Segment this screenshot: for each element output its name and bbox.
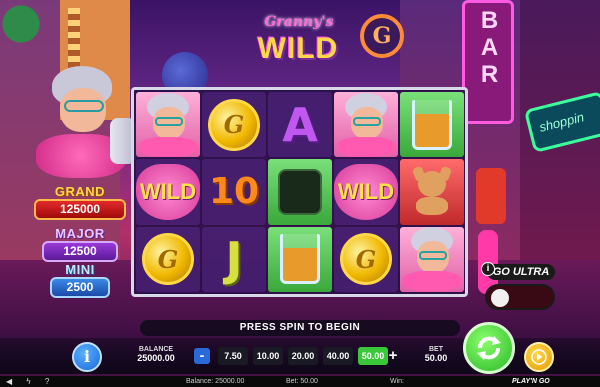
granny-glasses [64, 100, 104, 112]
whisky-glass-icon [412, 99, 452, 150]
reel-cell: A [268, 92, 332, 158]
reel-cell: 10 [202, 159, 266, 225]
jackpot-mini-value: 2500 [50, 277, 110, 298]
playngo-logo: PLAY'N GO [512, 378, 550, 385]
bet-option[interactable]: 40.00 [323, 347, 353, 365]
info-button[interactable]: i [72, 342, 102, 372]
decrease-bet-button[interactable]: - [194, 348, 210, 364]
granny-symbol-icon [335, 92, 397, 157]
go-ultra-info-icon[interactable]: i [481, 262, 495, 276]
reel-cell [400, 92, 464, 158]
bet-option[interactable]: 20.00 [288, 347, 318, 365]
bet-display: BET 50.00 [418, 346, 454, 363]
gold-coin-icon: G [208, 98, 260, 151]
neon-g-sign: G [360, 14, 404, 58]
reel-cell [400, 226, 464, 292]
reel-grid: G A WILD 10 WILD G J G [136, 92, 464, 292]
wild-heart-icon: WILD [136, 163, 200, 220]
logo-title-wild: WILD [257, 32, 339, 65]
chihuahua-icon [408, 165, 456, 217]
reel-cell [268, 226, 332, 292]
bet-option[interactable]: 50.00 [358, 347, 388, 365]
balance-value: 25000.00 [137, 353, 175, 363]
letter-j-symbol: J [225, 232, 243, 287]
bet-option[interactable]: 7.50 [218, 347, 248, 365]
jackpot-mini-label: MINI [65, 262, 95, 277]
spin-arrows-icon [477, 336, 501, 360]
money-bag-icon [278, 168, 322, 215]
jackpot-major-label: MAJOR [55, 226, 105, 241]
ten-symbol: 10 [208, 171, 260, 213]
jackpot-grand-value: 125000 [34, 199, 126, 220]
jackpot-grand-label: GRAND [54, 184, 106, 199]
reel-cell [268, 159, 332, 225]
bet-option[interactable]: 10.00 [253, 347, 283, 365]
gold-coin-icon: G [340, 233, 392, 286]
palm-tree [0, 0, 70, 60]
status-bet: Bet: 50.00 [286, 378, 318, 385]
jackpot-mini: MINI 2500 [50, 262, 110, 298]
roll-sign [476, 168, 506, 224]
granny-character [30, 60, 140, 190]
jackpot-major-value: 12500 [42, 241, 118, 262]
reel-cell [400, 159, 464, 225]
granny-symbol-icon [401, 227, 463, 292]
bet-options: 7.50 10.00 20.00 40.00 50.00 [218, 347, 388, 365]
message-bar: PRESS SPIN TO BEGIN [140, 320, 460, 336]
play-icon [531, 349, 547, 365]
letter-a-symbol: A [282, 97, 318, 152]
wild-heart-icon: WILD [334, 163, 398, 220]
increase-bet-button[interactable]: + [386, 348, 400, 364]
bet-label: BET [429, 346, 443, 353]
reel-cell: WILD [334, 159, 398, 225]
status-balance: Balance: 25000.00 [186, 378, 245, 385]
spin-button[interactable] [463, 322, 515, 374]
reels-frame: G A WILD 10 WILD G J G [131, 87, 468, 297]
go-ultra-label: GO ULTRA [487, 264, 555, 280]
reel-cell: G [202, 92, 266, 158]
reel-cell: J [202, 226, 266, 292]
gold-coin-icon: G [142, 233, 194, 286]
whisky-glass-icon [280, 234, 320, 285]
logo-title-top: Granny's [264, 14, 334, 30]
jackpot-major: MAJOR 12500 [42, 226, 118, 262]
reel-cell: G [136, 226, 200, 292]
go-ultra-panel: GO ULTRA i [481, 262, 557, 314]
go-ultra-toggle-knob [491, 289, 509, 307]
status-icons[interactable]: ◀ ϟ ? [6, 376, 55, 387]
autoplay-button[interactable] [524, 342, 554, 372]
reel-cell: G [334, 226, 398, 292]
go-ultra-toggle[interactable] [485, 284, 555, 310]
bet-value: 50.00 [424, 353, 448, 363]
balance-label: BALANCE [138, 346, 174, 353]
jackpot-grand: GRAND 125000 [34, 184, 126, 220]
status-win: Win: [390, 378, 404, 385]
reel-cell [136, 92, 200, 158]
bar-sign: BAR [462, 0, 514, 124]
granny-symbol-icon [137, 92, 199, 157]
reel-cell [334, 92, 398, 158]
game-logo: Granny's WILD [244, 10, 352, 74]
status-bar: ◀ ϟ ? Balance: 25000.00 Bet: 50.00 Win: … [0, 376, 600, 387]
balance-display: BALANCE 25000.00 [128, 346, 184, 363]
reel-cell: WILD [136, 159, 200, 225]
